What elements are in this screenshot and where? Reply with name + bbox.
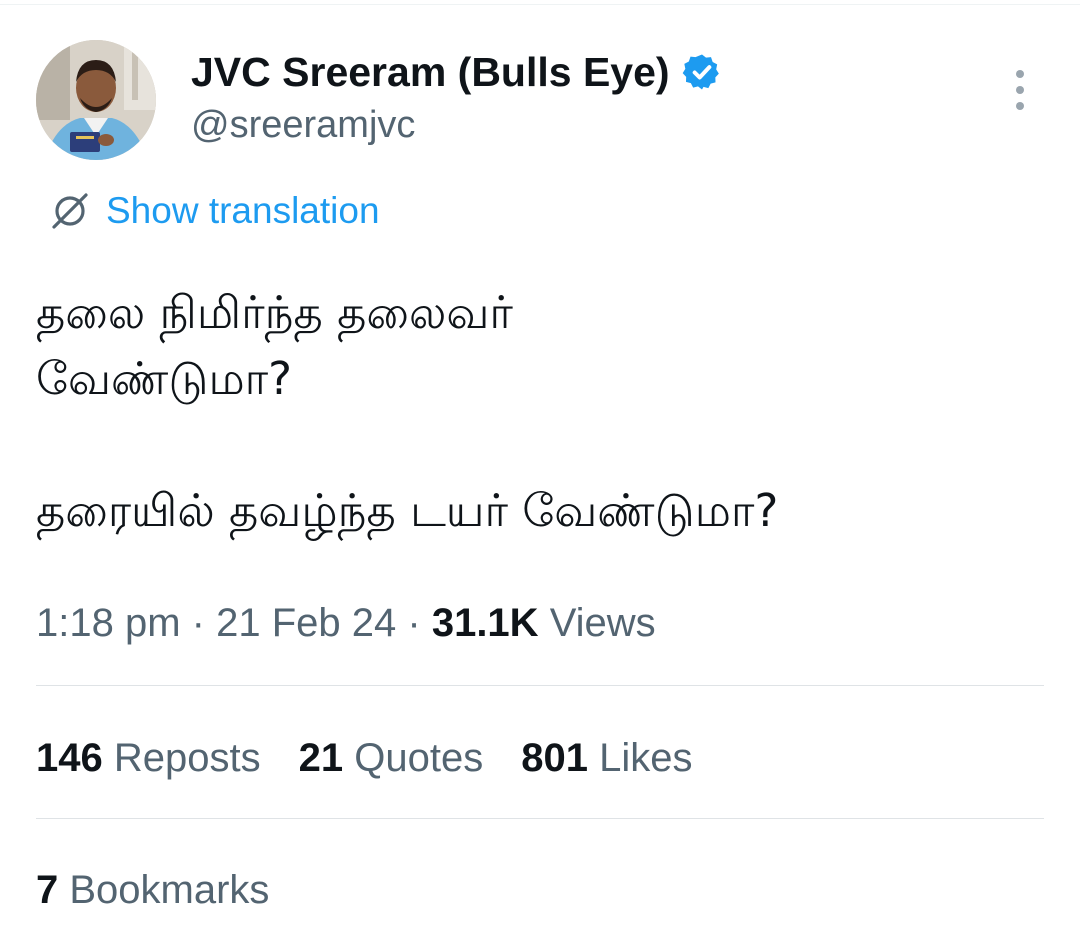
tweet-line: தரையில் தவழ்ந்த டயர் வேண்டுமா? <box>36 484 779 537</box>
tweet-time[interactable]: 1:18 pm <box>36 601 181 645</box>
likes-label: Likes <box>599 736 693 780</box>
tweet-line: வேண்டுமா? <box>36 352 293 405</box>
bookmarks-stat[interactable]: 7 Bookmarks <box>36 865 269 915</box>
divider <box>36 685 1044 686</box>
more-dot-icon <box>1016 70 1024 78</box>
tweet-text: தலை நிமிர்ந்த தலைவர் வேண்டுமா? தரையில் த… <box>36 280 1046 544</box>
globe-icon <box>52 193 88 229</box>
tweet-meta: 1:18 pm · 21 Feb 24 · 31.1K Views <box>36 598 656 648</box>
meta-separator: · <box>191 601 205 645</box>
author-name[interactable]: JVC Sreeram (Bulls Eye) <box>191 48 722 96</box>
meta-separator: · <box>407 601 421 645</box>
show-translation-link[interactable]: Show translation <box>106 188 380 234</box>
bookmarks-count: 7 <box>36 868 59 912</box>
divider <box>36 818 1044 819</box>
tweet-line: தலை நிமிர்ந்த தலைவர் <box>36 286 513 339</box>
more-dot-icon <box>1016 102 1024 110</box>
top-divider <box>0 4 1080 5</box>
author-handle[interactable]: @sreeramjvc <box>191 102 415 148</box>
engagement-stats: 146 Reposts 21 Quotes 801 Likes <box>36 733 730 783</box>
tweet-date[interactable]: 21 Feb 24 <box>216 601 396 645</box>
views-count: 31.1K <box>431 601 539 645</box>
quotes-stat[interactable]: 21 Quotes <box>299 733 484 783</box>
likes-stat[interactable]: 801 Likes <box>521 733 692 783</box>
reposts-count: 146 <box>36 736 103 780</box>
bookmarks-label: Bookmarks <box>69 868 270 912</box>
reposts-stat[interactable]: 146 Reposts <box>36 733 261 783</box>
avatar[interactable] <box>36 40 156 160</box>
author-name-text[interactable]: JVC Sreeram (Bulls Eye) <box>191 48 670 96</box>
reposts-label: Reposts <box>113 736 261 780</box>
avatar-photo <box>36 40 156 160</box>
verified-badge-icon <box>682 54 719 90</box>
quotes-count: 21 <box>298 736 344 780</box>
show-translation-button[interactable]: Show translation <box>48 188 380 234</box>
quotes-label: Quotes <box>354 736 484 780</box>
views-label: Views <box>549 601 656 645</box>
more-dot-icon <box>1016 86 1024 94</box>
more-options-button[interactable] <box>998 64 1042 116</box>
likes-count: 801 <box>521 736 588 780</box>
